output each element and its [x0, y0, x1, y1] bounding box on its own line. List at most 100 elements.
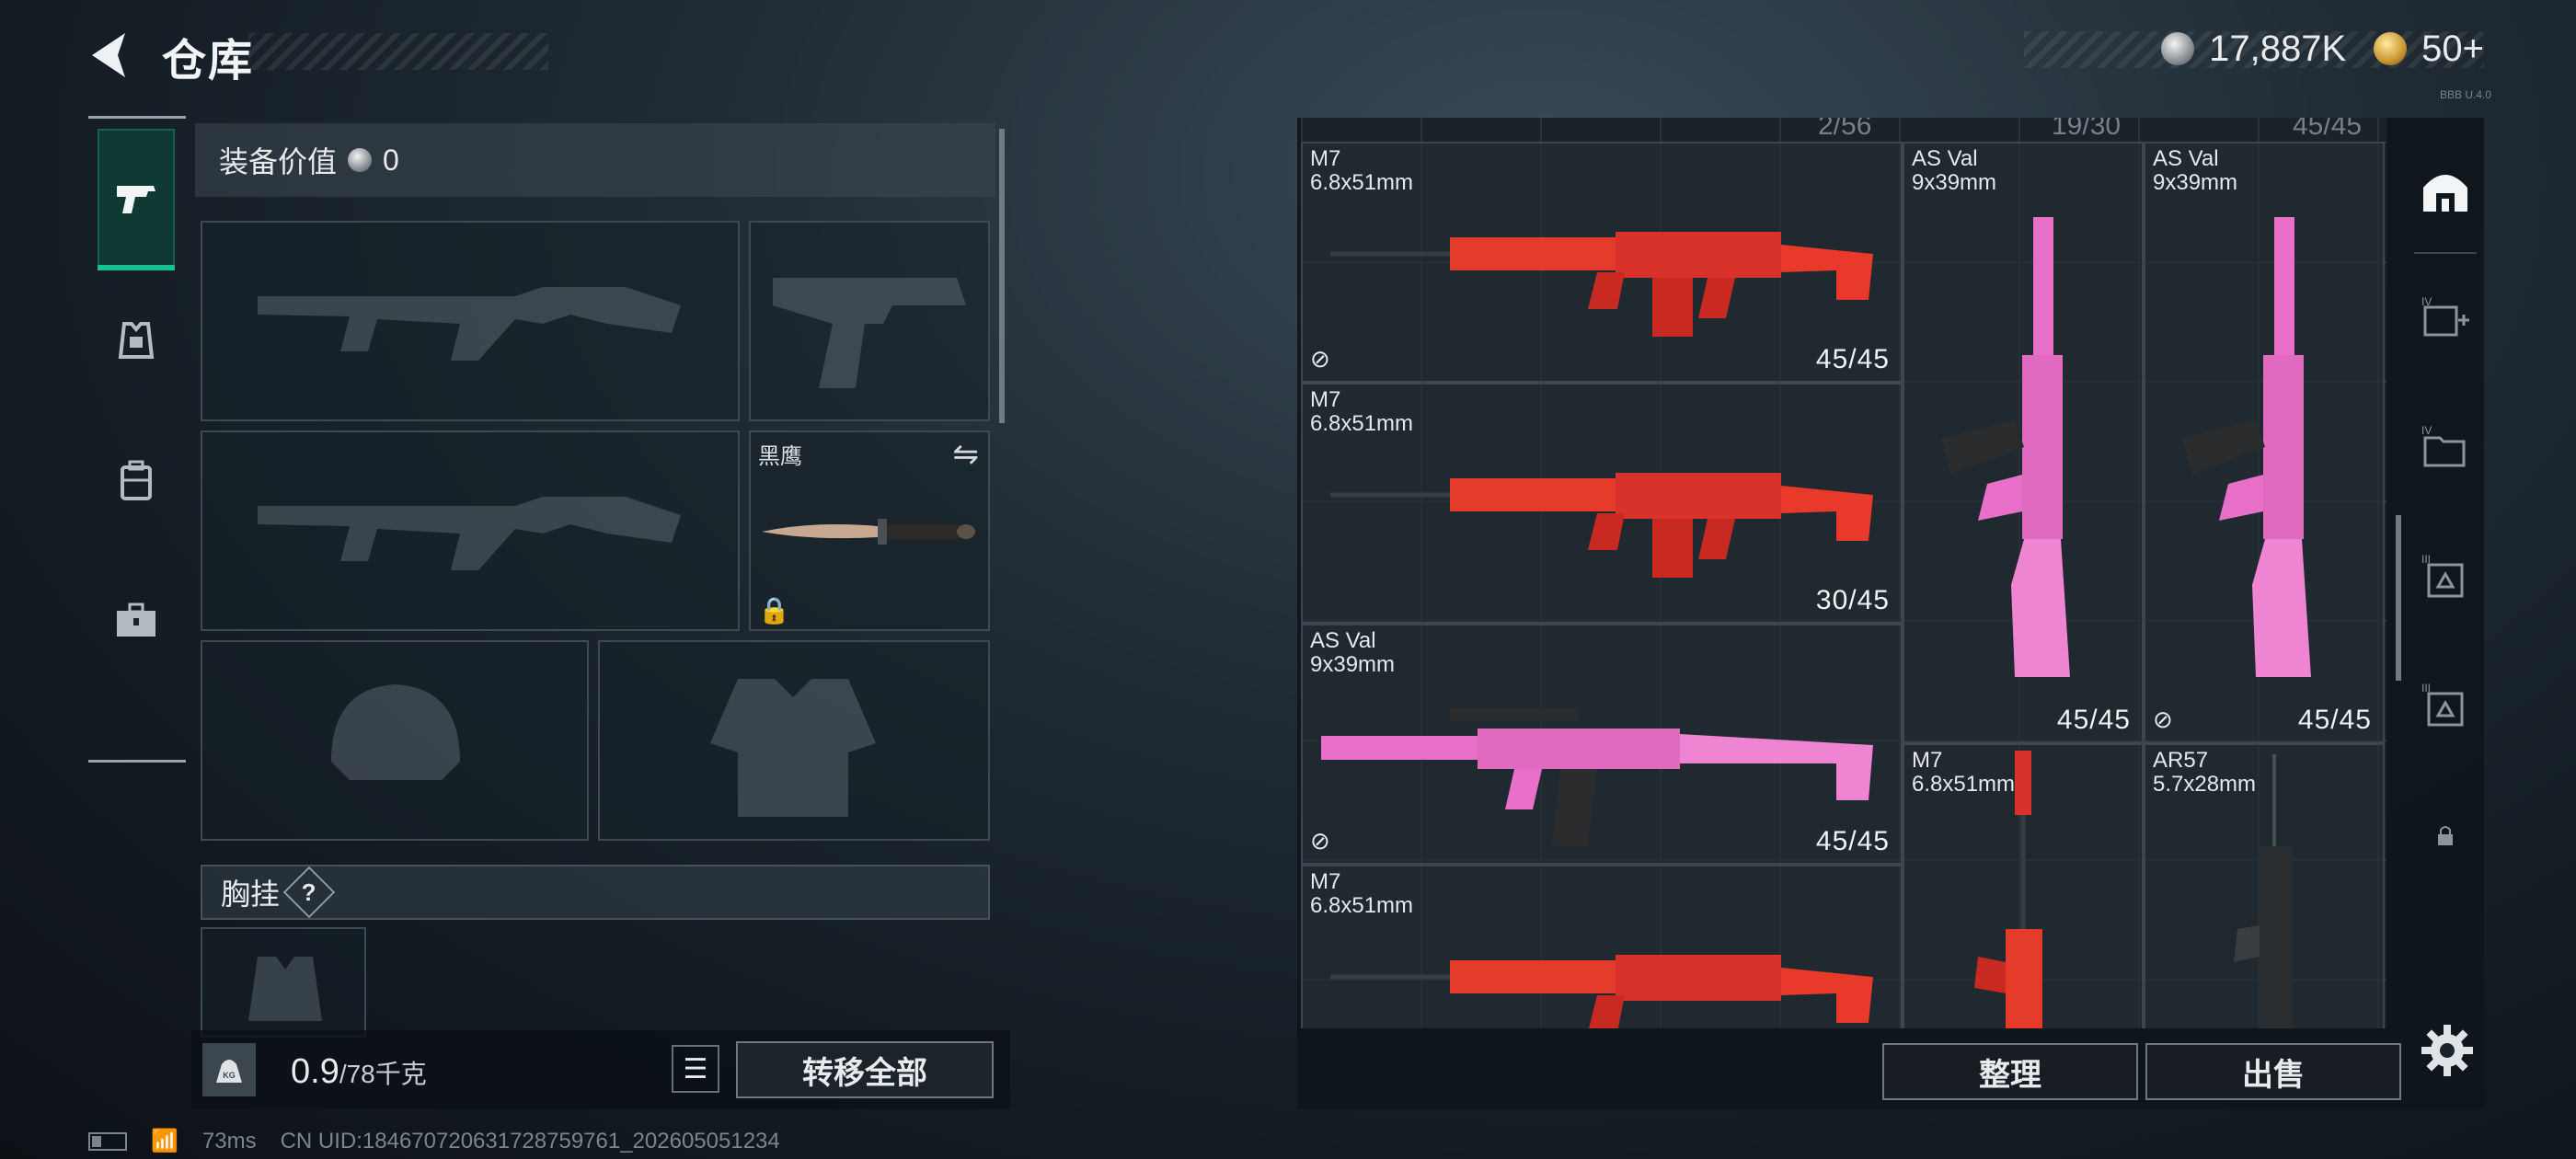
currency-display: 17,887K 50+: [2161, 26, 2484, 72]
sell-button[interactable]: 出售: [2145, 1043, 2401, 1100]
box-expansion-icon: III: [2421, 682, 2464, 727]
version-tag: BBB U.4.0: [2439, 88, 2491, 101]
briefcase-icon: [117, 602, 155, 637]
transfer-all-button[interactable]: 转移全部: [736, 1041, 994, 1098]
page-title: 仓库: [162, 37, 255, 86]
rifle-silhouette-icon: [258, 287, 681, 361]
storage-count: 45/45: [2293, 118, 2363, 141]
ar57-rifle-icon: [2234, 754, 2293, 1028]
gold-amount: 50+: [2421, 28, 2484, 69]
storage-grid: 2/56 19/30 45/45 M7 6.8x51mm ⊘ 45/45 M7 …: [1301, 118, 2386, 1028]
equipment-value: 装备价值 0: [195, 123, 995, 197]
sort-button[interactable]: 整理: [1882, 1043, 2138, 1100]
category-nav: [88, 116, 186, 763]
storage-count: 19/30: [2052, 118, 2122, 141]
battery-icon: [88, 1131, 127, 1151]
melee-slot[interactable]: 黑鹰 ⇋ 🔒: [749, 430, 990, 631]
tab-main-storage[interactable]: [2407, 136, 2484, 247]
weapon-item[interactable]: AS Val 9x39mm ⊘ 45/45: [2144, 142, 2385, 743]
wifi-icon: 📶: [151, 1129, 178, 1153]
weight-readout: 0.9/78千克: [291, 1052, 427, 1092]
weight-current: 0.9: [291, 1052, 339, 1091]
weight-bag-icon: KG: [202, 1043, 256, 1096]
gold-coin-icon: [2374, 32, 2408, 65]
add-expansion-icon: IV: [2421, 295, 2469, 337]
as-val-rifle-icon: [1321, 708, 1873, 846]
weapon-item[interactable]: M7 6.8x51mm 30/45: [1301, 383, 1903, 624]
storage-scrollbar[interactable]: [2396, 515, 2401, 681]
tab-expansion-iv[interactable]: IV: [2407, 394, 2484, 504]
chest-rig-header: 胸挂 ?: [201, 865, 990, 920]
list-icon: ☰: [683, 1053, 708, 1084]
help-icon[interactable]: ?: [282, 866, 336, 919]
nav-backpack[interactable]: [98, 412, 175, 550]
silver-amount: 17,887K: [2209, 28, 2347, 69]
pistol-silhouette-icon: [773, 278, 966, 388]
nav-weapons[interactable]: [98, 129, 175, 270]
uid-readout: CN UID:1846707206317287597­61_2026050512…: [280, 1128, 780, 1153]
storage-count: 2/56: [1818, 118, 1872, 141]
tab-expansion-iii-a[interactable]: III: [2407, 522, 2484, 633]
m7-rifle-icon: [1330, 473, 1873, 578]
knife-icon: [762, 519, 975, 545]
nav-case[interactable]: [98, 552, 175, 690]
m7-rifle-icon: [1330, 955, 1873, 1028]
nav-armor[interactable]: [98, 272, 175, 410]
no-insurance-icon: ⊘: [1310, 345, 1330, 373]
nav-divider: [88, 760, 186, 763]
settings-button[interactable]: [2418, 1021, 2477, 1080]
weapon-item[interactable]: M7 6.8x51mm: [1903, 743, 2144, 1028]
lock-icon: [2438, 826, 2453, 845]
tab-expansion-iii-b[interactable]: III: [2407, 651, 2484, 762]
no-insurance-icon: ⊘: [2153, 706, 2173, 733]
tab-locked[interactable]: [2407, 780, 2484, 890]
primary-weapon-slot-1[interactable]: [201, 221, 740, 421]
svg-text:IV: IV: [2421, 424, 2432, 437]
vest-icon: [118, 322, 155, 359]
rifle-silhouette-icon: [258, 497, 681, 570]
equipment-value-label: 装备价值: [219, 145, 338, 178]
back-arrow-icon: [92, 33, 125, 77]
weapon-item[interactable]: AS Val 9x39mm ⊘ 45/45: [1301, 624, 1903, 865]
weapon-item[interactable]: M7 6.8x51mm: [1301, 865, 1903, 1028]
weight-bar: KG 0.9/78千克 ☰ 转移全部: [191, 1030, 1010, 1109]
weapon-item[interactable]: AR57 5.7x28mm: [2144, 743, 2385, 1028]
helmet-silhouette-icon: [331, 684, 460, 780]
helmet-slot[interactable]: [201, 640, 589, 841]
swap-icon[interactable]: ⇋: [953, 436, 980, 473]
svg-text:KG: KG: [223, 1071, 236, 1080]
svg-text:III: III: [2421, 553, 2431, 566]
rail-divider: [2414, 252, 2477, 254]
back-button[interactable]: [85, 28, 140, 83]
backpack-icon: [121, 460, 152, 500]
tab-expansion-add[interactable]: IV: [2407, 265, 2484, 375]
primary-weapon-slot-2[interactable]: [201, 430, 740, 631]
ping-readout: 73ms: [201, 1128, 257, 1153]
silver-coin-icon: [2161, 32, 2195, 65]
svg-text:IV: IV: [2421, 295, 2432, 308]
svg-text:III: III: [2421, 682, 2431, 694]
chest-rig-silhouette-icon: [248, 957, 322, 1021]
armor-silhouette-icon: [710, 679, 876, 817]
folder-expansion-icon: IV: [2421, 424, 2466, 467]
list-view-button[interactable]: ☰: [672, 1045, 719, 1093]
chest-rig-slot[interactable]: [201, 927, 366, 1038]
weapon-item[interactable]: M7 6.8x51mm ⊘ 45/45: [1301, 142, 1903, 383]
pistol-slot[interactable]: [749, 221, 990, 421]
gear-icon: [2421, 1025, 2473, 1076]
no-insurance-icon: ⊘: [1310, 827, 1330, 855]
storage-tab-rail: IV IV III III: [2407, 118, 2484, 1038]
status-bar: 📶 73ms CN UID:1846707206317287597­61_202…: [88, 1128, 780, 1154]
chest-rig-label: 胸挂: [221, 878, 281, 911]
m7-rifle-icon: [1330, 232, 1873, 337]
equipment-scrollbar[interactable]: [999, 129, 1005, 423]
knife-name: 黑鹰: [758, 444, 802, 469]
armor-slot[interactable]: [598, 640, 990, 841]
storage-panel: 2/56 19/30 45/45 M7 6.8x51mm ⊘ 45/45 M7 …: [1297, 118, 2484, 1109]
weapon-item[interactable]: AS Val 9x39mm 45/45: [1903, 142, 2144, 743]
warehouse-icon: [2423, 175, 2467, 212]
nav-divider: [88, 116, 186, 119]
as-val-rifle-icon: [2182, 217, 2311, 677]
as-val-rifle-icon: [1941, 217, 2070, 677]
lock-icon: 🔒: [758, 596, 790, 625]
